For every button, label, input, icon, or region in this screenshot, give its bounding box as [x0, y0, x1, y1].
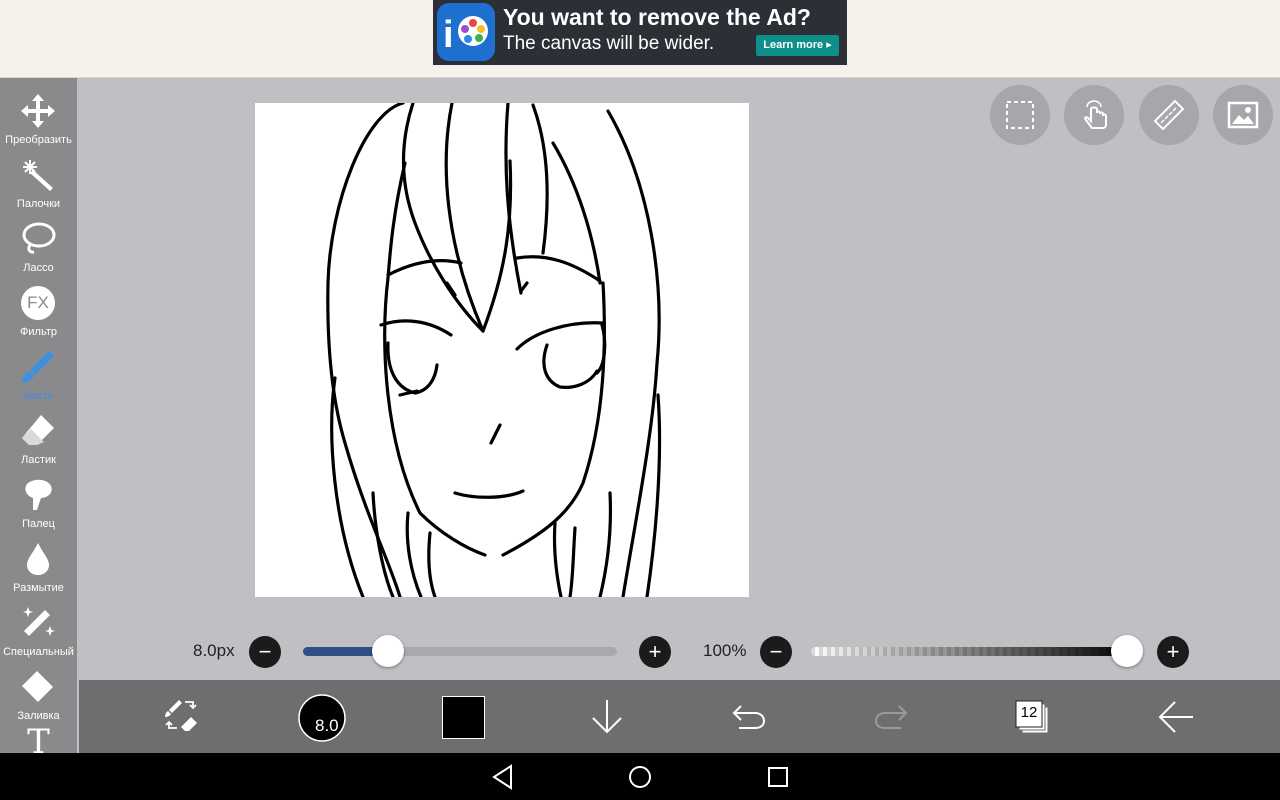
brush-size-knob[interactable] [371, 635, 404, 667]
current-color-swatch [442, 696, 485, 739]
brush-size-label: 8.0px [193, 641, 235, 660]
ad-bar: i You want to remove the Ad? The canvas … [0, 0, 1280, 78]
tool-transform[interactable]: Преобразить [0, 86, 77, 150]
back-button[interactable] [1155, 680, 1195, 753]
nav-back-icon[interactable] [489, 763, 517, 791]
minus-icon: − [769, 639, 783, 664]
special-brush-icon [23, 607, 55, 636]
ad-title: You want to remove the Ad? [503, 4, 811, 30]
fill-bucket-icon [22, 671, 53, 702]
tool-label: Палочки [16, 198, 61, 210]
touch-hand-icon [1084, 100, 1107, 129]
tool-smudge[interactable]: Палец [0, 470, 77, 534]
ruler-icon [1153, 99, 1185, 131]
tool-label: Палец [22, 518, 55, 530]
lasso-icon [22, 222, 56, 254]
undo-button[interactable] [729, 680, 769, 753]
blur-drop-icon [27, 543, 49, 575]
text-icon: T [27, 722, 50, 753]
svg-text:i: i [443, 14, 454, 56]
tool-label: Преобразить [5, 134, 72, 146]
undo-icon [732, 705, 766, 729]
tool-label: Заливка [17, 710, 60, 722]
tool-filter[interactable]: FX Фильтр [0, 278, 77, 342]
opacity-knob[interactable] [1111, 635, 1143, 667]
tool-brush[interactable]: Кисть [0, 342, 77, 406]
brush-size-preview-button[interactable]: 8.0 [298, 680, 346, 753]
layer-count: 12 [1020, 704, 1038, 721]
left-toolbar: Преобразить Палочки Лассо FX Фильтр Кист… [0, 78, 77, 753]
tool-eraser[interactable]: Ластик [0, 406, 77, 470]
brush-preview-value: 8.0 [315, 716, 339, 735]
layers-button[interactable]: 12 [1013, 680, 1053, 753]
size-increase-button[interactable]: + [639, 636, 671, 668]
nav-recents-icon[interactable] [764, 763, 792, 791]
opacity-slider[interactable] [811, 647, 1133, 656]
color-picker-button[interactable] [442, 680, 486, 753]
transform-icon [21, 94, 55, 128]
opacity-decrease-button[interactable]: − [760, 636, 792, 668]
image-icon [1227, 101, 1259, 129]
fx-glyph: FX [27, 293, 49, 312]
selection-rect-icon [1006, 101, 1034, 129]
tool-label: Фильтр [20, 326, 57, 338]
eraser-icon [22, 415, 54, 445]
system-nav-bar [0, 753, 1280, 800]
reference-image-button[interactable] [1213, 85, 1273, 145]
minus-icon: − [258, 639, 272, 664]
learn-more-button[interactable]: Learn more ▸ [756, 35, 839, 56]
brush-icon [22, 351, 54, 383]
size-decrease-button[interactable]: − [249, 636, 281, 668]
layer-down-button[interactable] [587, 680, 627, 753]
tool-label: Специальный [3, 646, 74, 658]
tool-fill[interactable]: Заливка [0, 662, 77, 726]
brush-eraser-swap-icon [165, 700, 197, 731]
swap-brush-eraser-button[interactable] [159, 680, 203, 753]
redo-button[interactable] [871, 680, 911, 753]
ruler-button[interactable] [1139, 85, 1199, 145]
magic-wand-icon [23, 160, 53, 191]
plus-icon: + [648, 639, 662, 664]
tool-label: Кисть [24, 390, 53, 402]
tool-text[interactable]: T [0, 722, 77, 753]
touch-gesture-button[interactable] [1064, 85, 1124, 145]
plus-icon: + [1166, 639, 1180, 664]
tool-lasso[interactable]: Лассо [0, 214, 77, 278]
nav-home-icon[interactable] [626, 763, 654, 791]
ad-banner[interactable]: i You want to remove the Ad? The canvas … [433, 0, 847, 65]
ibispaint-logo-icon: i [437, 3, 495, 61]
tool-magic-wand[interactable]: Палочки [0, 150, 77, 214]
sketch-drawing [326, 103, 662, 597]
selection-button[interactable] [990, 85, 1050, 145]
arrow-left-icon [1158, 701, 1193, 733]
tool-label: Ластик [21, 454, 56, 466]
tool-special[interactable]: Специальный [0, 598, 77, 662]
opacity-label: 100% [703, 641, 747, 660]
tool-label: Размытие [13, 582, 64, 594]
smudge-icon [25, 479, 52, 510]
opacity-increase-button[interactable]: + [1157, 636, 1189, 668]
ad-subtitle: The canvas will be wider. [503, 33, 715, 54]
drawing-canvas[interactable] [255, 103, 749, 597]
tool-label: Лассо [23, 262, 54, 274]
bottom-toolbar: 8.0 12 [79, 680, 1280, 753]
tool-blur[interactable]: Размытие [0, 534, 77, 598]
arrow-down-icon [592, 700, 622, 734]
redo-icon [874, 705, 908, 729]
